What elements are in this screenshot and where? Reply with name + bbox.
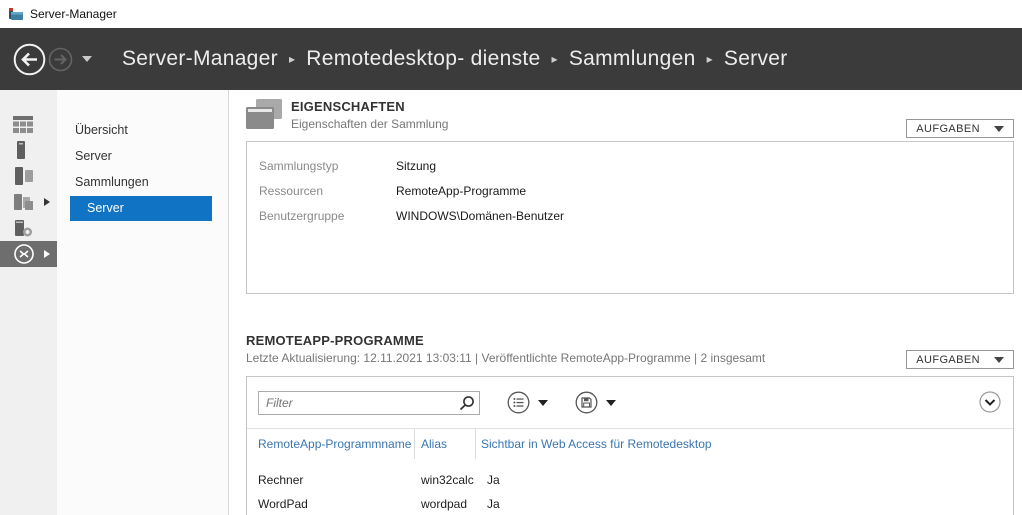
table-header-row: RemoteApp-Programmname Alias Sichtbar in… bbox=[247, 429, 1013, 459]
table-body: Rechner win32calc Ja WordPad wordpad Ja bbox=[247, 459, 1013, 515]
tasks-button-label: AUFGABEN bbox=[916, 123, 980, 135]
nav-controls bbox=[13, 43, 92, 76]
property-value: RemoteApp-Programme bbox=[396, 184, 526, 198]
all-servers-icon bbox=[13, 167, 35, 185]
save-query-button[interactable] bbox=[575, 391, 616, 414]
rds-menu-panel: Übersicht Server Sammlungen Server bbox=[57, 90, 229, 515]
breadcrumb: Server-Manager ▸ Remotedesktop- dienste … bbox=[122, 47, 788, 71]
search-icon[interactable] bbox=[459, 395, 475, 411]
filter-options-button[interactable] bbox=[507, 391, 548, 414]
main-content: EIGENSCHAFTEN Eigenschaften der Sammlung… bbox=[229, 90, 1022, 515]
sidebar-item-dashboard[interactable] bbox=[0, 111, 57, 137]
back-icon[interactable] bbox=[13, 43, 46, 76]
navigation-bar: Server-Manager ▸ Remotedesktop- dienste … bbox=[0, 28, 1022, 90]
remote-desktop-icon bbox=[13, 243, 35, 265]
table-row[interactable]: Rechner win32calc Ja bbox=[247, 468, 1013, 492]
window-titlebar: Server-Manager bbox=[0, 0, 1022, 28]
local-server-icon bbox=[13, 141, 33, 159]
menu-item-sammlungen[interactable]: Sammlungen bbox=[57, 169, 228, 195]
property-label: Benutzergruppe bbox=[259, 209, 396, 223]
remoteapp-section-header: REMOTEAPP-PROGRAMME Letzte Aktualisierun… bbox=[246, 333, 1014, 370]
table-row[interactable]: WordPad wordpad Ja bbox=[247, 492, 1013, 515]
history-dropdown-icon[interactable] bbox=[82, 56, 92, 62]
menu-item-server[interactable]: Server bbox=[57, 143, 228, 169]
sidebar-item-local-server[interactable] bbox=[0, 137, 57, 163]
chevron-down-icon bbox=[994, 126, 1004, 132]
forward-icon[interactable] bbox=[48, 47, 73, 72]
cell-alias: win32calc bbox=[421, 473, 482, 487]
cell-alias: wordpad bbox=[421, 497, 482, 511]
breadcrumb-separator-icon: ▸ bbox=[707, 52, 713, 66]
properties-title: EIGENSCHAFTEN bbox=[291, 99, 448, 114]
property-label: Ressourcen bbox=[259, 184, 396, 198]
breadcrumb-item[interactable]: Server bbox=[724, 47, 788, 71]
sidebar-item-all-servers[interactable] bbox=[0, 163, 57, 189]
property-value: Sitzung bbox=[396, 159, 436, 173]
breadcrumb-separator-icon: ▸ bbox=[289, 52, 295, 66]
chevron-down-icon bbox=[538, 400, 548, 406]
nav-icon-strip bbox=[0, 90, 57, 515]
remoteapp-tasks-button[interactable]: AUFGABEN bbox=[906, 350, 1014, 369]
property-label: Sammlungstyp bbox=[259, 159, 396, 173]
chevron-down-icon bbox=[994, 357, 1004, 363]
remoteapp-title: REMOTEAPP-PROGRAMME bbox=[246, 333, 765, 348]
file-storage-icon bbox=[13, 193, 35, 211]
column-header-programmname[interactable]: RemoteApp-Programmname bbox=[258, 429, 415, 459]
server-manager-app-icon bbox=[8, 7, 24, 22]
column-header-webaccess[interactable]: Sichtbar in Web Access für Remotedesktop bbox=[476, 429, 712, 459]
properties-section-header: EIGENSCHAFTEN Eigenschaften der Sammlung… bbox=[246, 99, 1014, 139]
menu-item-uebersicht[interactable]: Übersicht bbox=[57, 117, 228, 143]
remoteapp-list-panel: RemoteApp-Programmname Alias Sichtbar in… bbox=[246, 376, 1014, 515]
window-title: Server-Manager bbox=[30, 7, 117, 21]
remoteapp-subtitle: Letzte Aktualisierung: 12.11.2021 13:03:… bbox=[246, 351, 765, 365]
breadcrumb-separator-icon: ▸ bbox=[552, 52, 558, 66]
sidebar-item-services[interactable] bbox=[0, 215, 57, 241]
menu-item-server-selected[interactable]: Server bbox=[70, 196, 212, 221]
property-row: Benutzergruppe WINDOWS\Domänen-Benutzer bbox=[259, 203, 1013, 228]
breadcrumb-item[interactable]: Remotedesktop- dienste bbox=[306, 47, 540, 71]
property-row: Sammlungstyp Sitzung bbox=[259, 153, 1013, 178]
properties-subtitle: Eigenschaften der Sammlung bbox=[291, 117, 448, 131]
cell-programmname: Rechner bbox=[258, 473, 421, 487]
remoteapp-toolbar bbox=[247, 377, 1013, 429]
properties-panel: Sammlungstyp Sitzung Ressourcen RemoteAp… bbox=[246, 141, 1014, 294]
breadcrumb-item[interactable]: Sammlungen bbox=[569, 47, 696, 71]
expand-icon[interactable] bbox=[44, 198, 50, 206]
cell-programmname: WordPad bbox=[258, 497, 421, 511]
save-icon bbox=[575, 391, 598, 414]
collapse-panel-icon[interactable] bbox=[979, 391, 1001, 413]
dashboard-icon bbox=[13, 116, 33, 133]
expand-icon[interactable] bbox=[44, 250, 50, 258]
properties-windows-icon bbox=[246, 99, 282, 130]
sidebar-item-file-storage-services[interactable] bbox=[0, 189, 57, 215]
chevron-down-icon bbox=[606, 400, 616, 406]
sidebar-item-remote-desktop-services[interactable] bbox=[0, 241, 57, 267]
cell-webaccess: Ja bbox=[482, 473, 500, 487]
breadcrumb-item[interactable]: Server-Manager bbox=[122, 47, 278, 71]
cell-webaccess: Ja bbox=[482, 497, 500, 511]
property-value: WINDOWS\Domänen-Benutzer bbox=[396, 209, 564, 223]
property-row: Ressourcen RemoteApp-Programme bbox=[259, 178, 1013, 203]
services-icon bbox=[13, 219, 35, 238]
filter-input[interactable] bbox=[258, 391, 480, 415]
list-options-icon bbox=[507, 391, 530, 414]
tasks-button-label: AUFGABEN bbox=[916, 354, 980, 366]
properties-tasks-button[interactable]: AUFGABEN bbox=[906, 119, 1014, 138]
column-header-alias[interactable]: Alias bbox=[415, 429, 476, 459]
